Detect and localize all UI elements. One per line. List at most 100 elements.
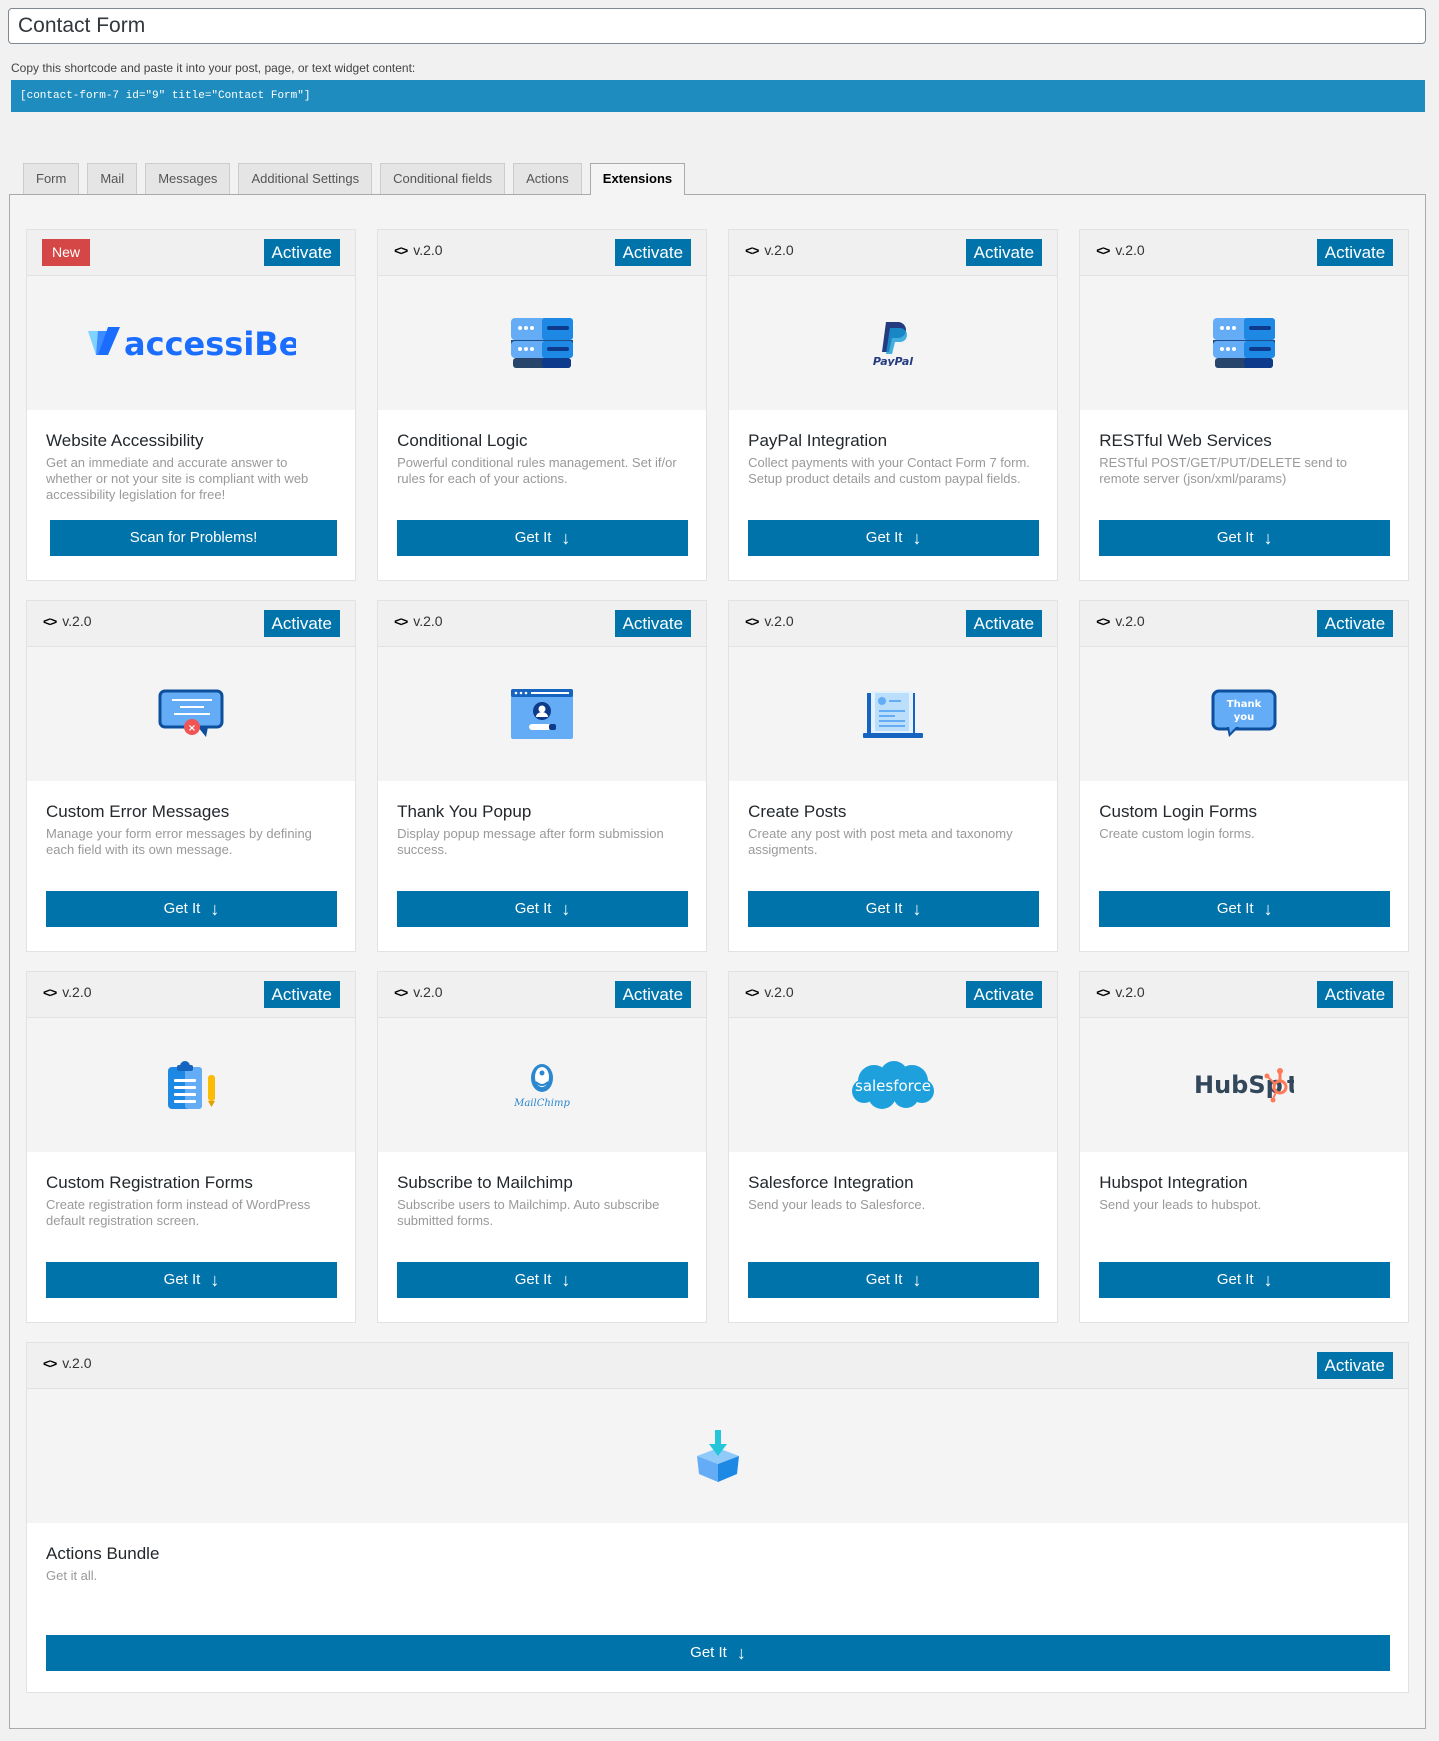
extension-card: <> v.2.0 Activate Custom Registration Form… (26, 971, 356, 1323)
tab-conditional-fields[interactable]: Conditional fields (380, 163, 506, 194)
extension-card: <> v.2.0 Activate Create Posts Create any p… (728, 600, 1059, 952)
mailchimp-logo: MailChimp (513, 1064, 571, 1109)
server-stack-icon (1213, 318, 1276, 368)
card-title: Hubspot Integration (1099, 1173, 1248, 1192)
error-message-icon: × (158, 689, 224, 739)
extension-card: <> v.2.0 Activate PayPal PayPal Integratio… (728, 229, 1059, 581)
arrow-down-icon: ↓ (912, 528, 922, 548)
button-label: Get It (690, 1644, 727, 1661)
shortcode-box[interactable]: [contact-form-7 id="9" title="Contact Fo… (11, 80, 1425, 112)
code-icon: <> (394, 984, 408, 1000)
activate-button[interactable]: Activate (1316, 981, 1394, 1008)
code-icon: <> (394, 242, 408, 258)
tab-actions[interactable]: Actions (513, 163, 582, 194)
activate-button[interactable]: Activate (614, 610, 692, 637)
get-it-button[interactable]: Get It ↓ (748, 891, 1040, 927)
arrow-down-icon: ↓ (210, 899, 220, 919)
version-label: <> v.2.0 (394, 613, 443, 629)
card-header: <> v.2.0 Activate (27, 1343, 1408, 1389)
arrow-down-icon: ↓ (1263, 1270, 1273, 1290)
extension-card: <> v.2.0 Activate HubSp t Hubspot Integrat… (1079, 971, 1410, 1323)
get-it-button[interactable]: Get It ↓ (397, 520, 689, 556)
extension-card: <> v.2.0 Activate salesforce Salesforce In… (728, 971, 1059, 1323)
activate-button[interactable]: Activate (965, 239, 1043, 266)
code-icon: <> (745, 242, 759, 258)
extension-card: <> v.2.0 Activate × Custom Error Messages M… (26, 600, 356, 952)
card-title: Conditional Logic (397, 431, 528, 450)
arrow-down-icon: ↓ (561, 1270, 571, 1290)
thank-you-bubble-icon: Thank you (1211, 689, 1277, 737)
card-title: Actions Bundle (46, 1544, 160, 1563)
get-it-button[interactable]: Get It ↓ (1099, 1262, 1391, 1298)
card-description: Collect payments with your Contact Form … (748, 455, 1030, 486)
get-it-button[interactable]: Get It ↓ (397, 1262, 689, 1298)
card-description: Send your leads to Salesforce. (748, 1197, 926, 1212)
code-icon: <> (43, 1355, 57, 1371)
card-header: <> v.2.0 Activate (27, 601, 355, 647)
card-title: Subscribe to Mailchimp (397, 1173, 573, 1192)
activate-button[interactable]: Activate (965, 610, 1043, 637)
version-label: <> v.2.0 (394, 242, 443, 258)
activate-button[interactable]: Activate (263, 239, 340, 266)
button-label: Get It (1216, 1271, 1254, 1288)
get-it-button[interactable]: Get It ↓ (748, 520, 1040, 556)
button-label: Get It (865, 529, 903, 546)
svg-text:t: t (1287, 1071, 1294, 1099)
shortcode-helper-text: Copy this shortcode and paste it into yo… (11, 61, 416, 75)
button-label: Get It (163, 900, 201, 917)
get-it-button[interactable]: Get It ↓ (1099, 891, 1391, 927)
activate-button[interactable]: Activate (1316, 610, 1394, 637)
get-it-button[interactable]: Get It ↓ (1099, 520, 1391, 556)
card-description: RESTful POST/GET/PUT/DELETE send to remo… (1099, 455, 1348, 486)
version-text: v.2.0 (413, 613, 443, 629)
activate-button[interactable]: Activate (263, 981, 340, 1008)
card-title: PayPal Integration (748, 431, 888, 450)
arrow-down-icon: ↓ (736, 1643, 746, 1663)
tab-mail[interactable]: Mail (87, 163, 138, 194)
get-it-button[interactable]: Get It ↓ (46, 891, 337, 927)
code-icon: <> (745, 984, 759, 1000)
tab-extensions[interactable]: Extensions (589, 163, 686, 195)
card-header: <> v.2.0 Activate (27, 972, 355, 1018)
activate-button[interactable]: Activate (614, 239, 692, 266)
button-label: Scan for Problems! (129, 529, 258, 546)
card-header: <> v.2.0 Activate (378, 972, 707, 1018)
get-it-button[interactable]: Get It ↓ (46, 1635, 1390, 1671)
extension-card: New Activate accessiBe Website Accessibil… (26, 229, 356, 581)
form-title-input[interactable] (8, 8, 1426, 44)
card-title: RESTful Web Services (1099, 431, 1272, 450)
arrow-down-icon: ↓ (210, 1270, 220, 1290)
version-label: <> v.2.0 (1096, 242, 1145, 258)
button-label: Get It (514, 1271, 552, 1288)
tab-additional-settings[interactable]: Additional Settings (238, 163, 373, 194)
card-image (27, 1389, 1408, 1523)
card-title: Custom Error Messages (46, 802, 230, 821)
card-title: Create Posts (748, 802, 847, 821)
tab-form[interactable]: Form (23, 163, 80, 194)
activate-button[interactable]: Activate (1316, 1352, 1393, 1379)
version-label: <> v.2.0 (43, 613, 92, 629)
version-text: v.2.0 (413, 984, 443, 1000)
activate-button[interactable]: Activate (263, 610, 340, 637)
activate-button[interactable]: Activate (965, 981, 1043, 1008)
get-it-button[interactable]: Get It ↓ (748, 1262, 1040, 1298)
svg-text:HubSp: HubSp (1194, 1071, 1283, 1099)
version-text: v.2.0 (764, 613, 794, 629)
card-description: Create any post with post meta and taxon… (748, 826, 1013, 857)
card-title: Custom Login Forms (1099, 802, 1257, 821)
activate-button[interactable]: Activate (1316, 239, 1394, 266)
card-description: Create custom login forms. (1099, 826, 1255, 841)
get-it-button[interactable]: Get It ↓ (397, 891, 689, 927)
card-image (27, 1018, 355, 1152)
activate-button[interactable]: Activate (614, 981, 692, 1008)
version-text: v.2.0 (1115, 984, 1145, 1000)
tab-messages[interactable]: Messages (145, 163, 231, 194)
arrow-down-icon: ↓ (912, 1270, 922, 1290)
version-label: <> v.2.0 (43, 984, 92, 1000)
card-image: Thank you (1080, 647, 1409, 781)
version-label: <> v.2.0 (1096, 984, 1145, 1000)
get-it-button[interactable]: Get It ↓ (46, 1262, 337, 1298)
card-header: <> v.2.0 Activate (729, 230, 1058, 276)
scan-for-problems-button[interactable]: Scan for Problems! (50, 520, 337, 556)
box-download-icon (696, 1430, 739, 1482)
